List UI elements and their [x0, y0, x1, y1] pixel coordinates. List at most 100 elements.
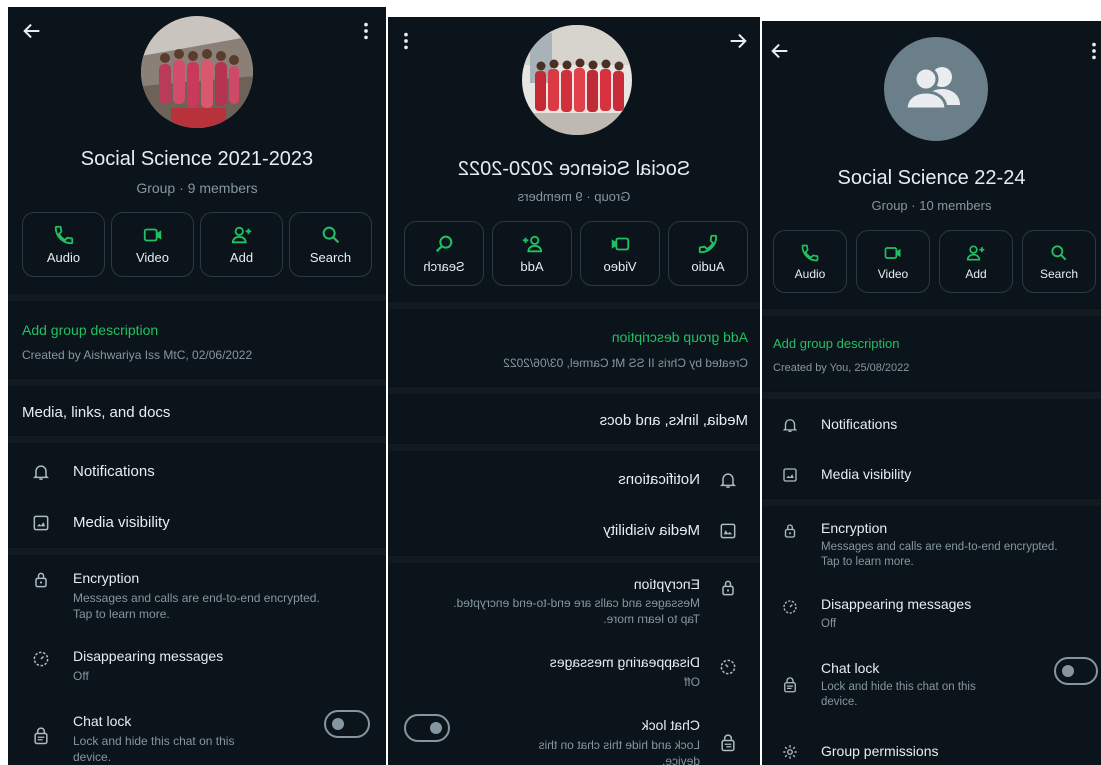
media-links-docs-row[interactable]: Media, links, and docs: [22, 404, 170, 421]
back-arrow-icon[interactable]: [724, 27, 752, 55]
media-visibility-row[interactable]: Media visibility: [73, 514, 170, 531]
group-default-avatar[interactable]: [884, 37, 988, 141]
encryption-line-1: Messages and calls are end-to-end encryp…: [821, 541, 1058, 553]
add-member-button[interactable]: Add: [492, 221, 572, 286]
group-info-screen-3: Social Science 22-24 Group · 10 members …: [762, 21, 1101, 765]
group-name-title: Social Science 22-24: [837, 167, 1026, 189]
back-arrow-icon[interactable]: [18, 17, 46, 45]
more-options-icon[interactable]: [1080, 37, 1101, 65]
video-icon: [883, 243, 903, 263]
video-call-button[interactable]: Video: [111, 212, 194, 277]
search-label: Search: [309, 250, 352, 265]
image-icon: [718, 521, 738, 541]
disappearing-messages-row[interactable]: Disappearing messages: [73, 648, 223, 664]
group-photo-avatar[interactable]: [522, 25, 632, 135]
group-photo-avatar[interactable]: [141, 16, 253, 128]
group-member-count: Group · 9 members: [517, 189, 631, 204]
media-visibility-row[interactable]: Media visibility: [603, 522, 700, 539]
add-member-button[interactable]: Add: [939, 230, 1013, 293]
chat-lock-row[interactable]: Chat lock: [642, 717, 700, 733]
divider: [762, 498, 1101, 506]
chat-lock-toggle[interactable]: [1054, 657, 1098, 685]
video-call-button[interactable]: Video: [856, 230, 930, 293]
encryption-row[interactable]: Encryption: [634, 576, 700, 592]
toggle-knob: [1062, 665, 1074, 677]
audio-call-button[interactable]: Audio: [22, 212, 105, 277]
notifications-row[interactable]: Notifications: [73, 463, 155, 480]
chat-lock-description: Lock and hide this chat on this device.: [539, 737, 700, 765]
notifications-row[interactable]: Notifications: [821, 416, 897, 432]
audio-label: Audio: [691, 259, 725, 274]
created-by-text: Created by You, 25/08/2022: [773, 362, 910, 374]
divider: [8, 378, 386, 386]
encryption-description: Messages and calls are end-to-end encryp…: [73, 590, 320, 622]
media-visibility-row[interactable]: Media visibility: [821, 466, 911, 482]
encryption-row[interactable]: Encryption: [73, 570, 139, 586]
chat-lock-description: Lock and hide this chat on this device.: [73, 733, 234, 765]
chat-lock-line-2: device.: [821, 696, 858, 708]
encryption-row[interactable]: Encryption: [821, 520, 887, 536]
encryption-line-2: Tap to learn more.: [603, 612, 700, 626]
disappearing-messages-row[interactable]: Disappearing messages: [550, 654, 700, 670]
encryption-line-1: Messages and calls are end-to-end encryp…: [73, 591, 320, 605]
audio-label: Audio: [46, 250, 81, 265]
video-label: Video: [603, 259, 637, 274]
back-arrow-icon[interactable]: [766, 37, 794, 65]
divider: [388, 443, 760, 451]
group-info-screen-1: Social Science 2021-2023 Group · 9 membe…: [8, 7, 386, 765]
group-name-title: Social Science 2021-2023: [80, 148, 314, 170]
search-button[interactable]: Search: [1022, 230, 1096, 293]
video-icon: [142, 224, 164, 246]
quick-actions-row: Audio Video Add Search: [773, 230, 1096, 293]
add-group-description-link[interactable]: Add group description: [612, 329, 748, 345]
search-button[interactable]: Search: [404, 221, 484, 286]
group-permissions-row[interactable]: Group permissions: [821, 743, 939, 759]
divider: [8, 547, 386, 555]
add-member-button[interactable]: Add: [200, 212, 283, 277]
more-options-icon[interactable]: [352, 17, 380, 45]
video-label: Video: [135, 250, 169, 265]
disappearing-messages-value: Off: [821, 618, 837, 630]
encryption-line-2: Tap to learn more.: [821, 556, 914, 568]
chat-lock-line-1: Lock and hide this chat on this: [538, 738, 700, 752]
more-options-icon[interactable]: [392, 27, 420, 55]
image-icon: [31, 513, 51, 533]
image-icon: [780, 465, 800, 485]
audio-call-button[interactable]: Audio: [668, 221, 748, 286]
search-label: Search: [1039, 266, 1079, 281]
disappearing-messages-value: Off: [684, 675, 700, 689]
toggle-knob: [332, 718, 344, 730]
phone-icon: [697, 233, 719, 255]
divider: [8, 435, 386, 443]
add-group-description-link[interactable]: Add group description: [22, 322, 158, 338]
search-icon: [1049, 243, 1069, 263]
divider: [388, 386, 760, 394]
group-people-icon: [904, 66, 960, 111]
phone-icon: [800, 243, 820, 263]
search-icon: [433, 233, 455, 255]
encryption-line-1: Messages and calls are end-to-end encryp…: [453, 596, 700, 610]
audio-call-button[interactable]: Audio: [773, 230, 847, 293]
chat-lock-toggle[interactable]: [324, 710, 370, 738]
search-button[interactable]: Search: [289, 212, 372, 277]
mirrored-content: Social Science 2020-2022 Group · 9 membe…: [388, 17, 760, 765]
video-call-button[interactable]: Video: [580, 221, 660, 286]
chat-lock-toggle[interactable]: [404, 714, 450, 742]
audio-label: Audio: [794, 266, 826, 281]
timer-icon: [718, 657, 738, 677]
disappearing-messages-row[interactable]: Disappearing messages: [821, 596, 971, 612]
media-links-docs-row[interactable]: Media, links, and docs: [600, 412, 748, 429]
notifications-row[interactable]: Notifications: [618, 471, 700, 488]
chat-lock-row[interactable]: Chat lock: [821, 660, 879, 676]
video-icon: [609, 233, 631, 255]
search-label: Search: [423, 259, 465, 274]
created-by-text: Created by Chris II SS Mt Carmel, 03/06/…: [503, 356, 748, 370]
chat-lock-line-1: Lock and hide this chat on this: [821, 681, 976, 693]
quick-actions-row: Audio Video Add Search: [404, 221, 748, 286]
chat-lock-icon: [718, 733, 738, 753]
add-group-description-link[interactable]: Add group description: [773, 336, 899, 351]
video-label: Video: [877, 266, 909, 281]
search-icon: [320, 224, 342, 246]
chat-lock-row[interactable]: Chat lock: [73, 713, 131, 729]
toggle-knob: [430, 722, 442, 734]
